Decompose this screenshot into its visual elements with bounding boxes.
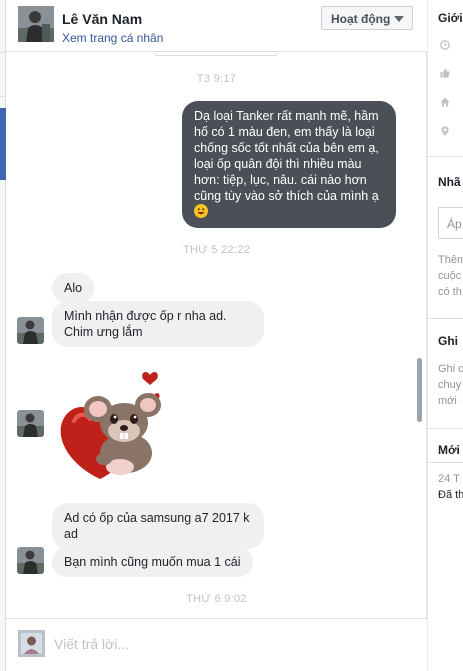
home-icon xyxy=(440,97,450,107)
divider xyxy=(428,462,463,463)
sender-avatar[interactable] xyxy=(17,317,44,344)
sender-avatar[interactable] xyxy=(17,547,44,574)
label-input-placeholder: Áp xyxy=(447,217,462,231)
conversation-panel: Lê Văn Nam Xem trang cá nhân Hoạt động T… xyxy=(6,0,427,671)
incoming-message[interactable]: Bạn mình cũng muốn mua 1 cái xyxy=(52,547,253,577)
outgoing-message[interactable]: Dạ loại Tanker rất mạnh mẽ, hầm hố có 1 … xyxy=(182,101,396,228)
chevron-down-icon xyxy=(394,16,404,22)
section-title: Giới xyxy=(438,11,463,25)
section-text: 24 T xyxy=(438,473,460,485)
message-text: Alo xyxy=(64,281,83,295)
status-dropdown-button[interactable]: Hoạt động xyxy=(321,6,413,30)
timestamp: T3 9:17 xyxy=(196,73,237,85)
incoming-message[interactable]: Ad có ốp của samsung a7 2017 k ad xyxy=(52,503,264,549)
section-text: có th xyxy=(438,286,462,298)
message-text: Ad có ốp của samsung a7 2017 k ad xyxy=(64,511,250,541)
previous-message-edge xyxy=(154,53,278,56)
label-input[interactable]: Áp xyxy=(438,207,463,239)
status-label: Hoạt động xyxy=(331,12,391,26)
contact-avatar[interactable] xyxy=(18,6,54,42)
message-text: Bạn mình cũng muốn mua 1 cái xyxy=(64,555,241,569)
divider xyxy=(428,318,463,319)
location-icon xyxy=(441,126,449,136)
like-icon xyxy=(440,68,450,78)
my-avatar xyxy=(18,630,45,657)
section-text: Thêm xyxy=(438,254,463,266)
reply-composer xyxy=(6,618,427,671)
sender-avatar[interactable] xyxy=(17,410,44,437)
section-text: cuộc xyxy=(438,270,462,282)
timestamp: THỨ 5 22:22 xyxy=(182,244,251,256)
divider xyxy=(428,156,463,157)
message-thread[interactable]: T3 9:17 Dạ loại Tanker rất mạnh mẽ, hầm … xyxy=(6,53,427,618)
conversation-header: Lê Văn Nam Xem trang cá nhân Hoạt động xyxy=(6,0,427,52)
sticker-image[interactable] xyxy=(54,367,174,487)
divider xyxy=(428,428,463,429)
clock-icon xyxy=(440,40,450,50)
mouse-heart-sticker-icon xyxy=(60,372,161,479)
section-text: Đã th xyxy=(438,489,463,501)
timestamp: THỨ 6 9:02 xyxy=(186,593,247,605)
view-profile-link[interactable]: Xem trang cá nhân xyxy=(62,31,163,45)
incoming-message[interactable]: Mình nhận được ốp r nha ad. Chim ưng lắm xyxy=(52,301,264,347)
section-title: Nhã xyxy=(438,175,461,189)
message-text: Mình nhận được ốp r nha ad. Chim ưng lắm xyxy=(64,309,227,339)
incoming-message[interactable]: Alo xyxy=(52,273,95,303)
reply-input[interactable] xyxy=(54,633,404,655)
section-text: mới xyxy=(438,395,457,407)
smiley-emoji-icon xyxy=(194,204,208,218)
section-title: Mới xyxy=(438,443,460,457)
section-text: chuy xyxy=(438,379,462,391)
section-text: Ghi c xyxy=(438,363,463,375)
contact-name[interactable]: Lê Văn Nam xyxy=(62,11,142,27)
message-text: Dạ loại Tanker rất mạnh mẽ, hầm hố có 1 … xyxy=(194,109,379,203)
contact-info-sidebar: Giới Nhã Áp Thêm cuộc có th Ghi Ghi c ch… xyxy=(428,0,463,671)
thread-scrollbar[interactable] xyxy=(417,358,422,422)
section-title: Ghi xyxy=(438,334,458,348)
